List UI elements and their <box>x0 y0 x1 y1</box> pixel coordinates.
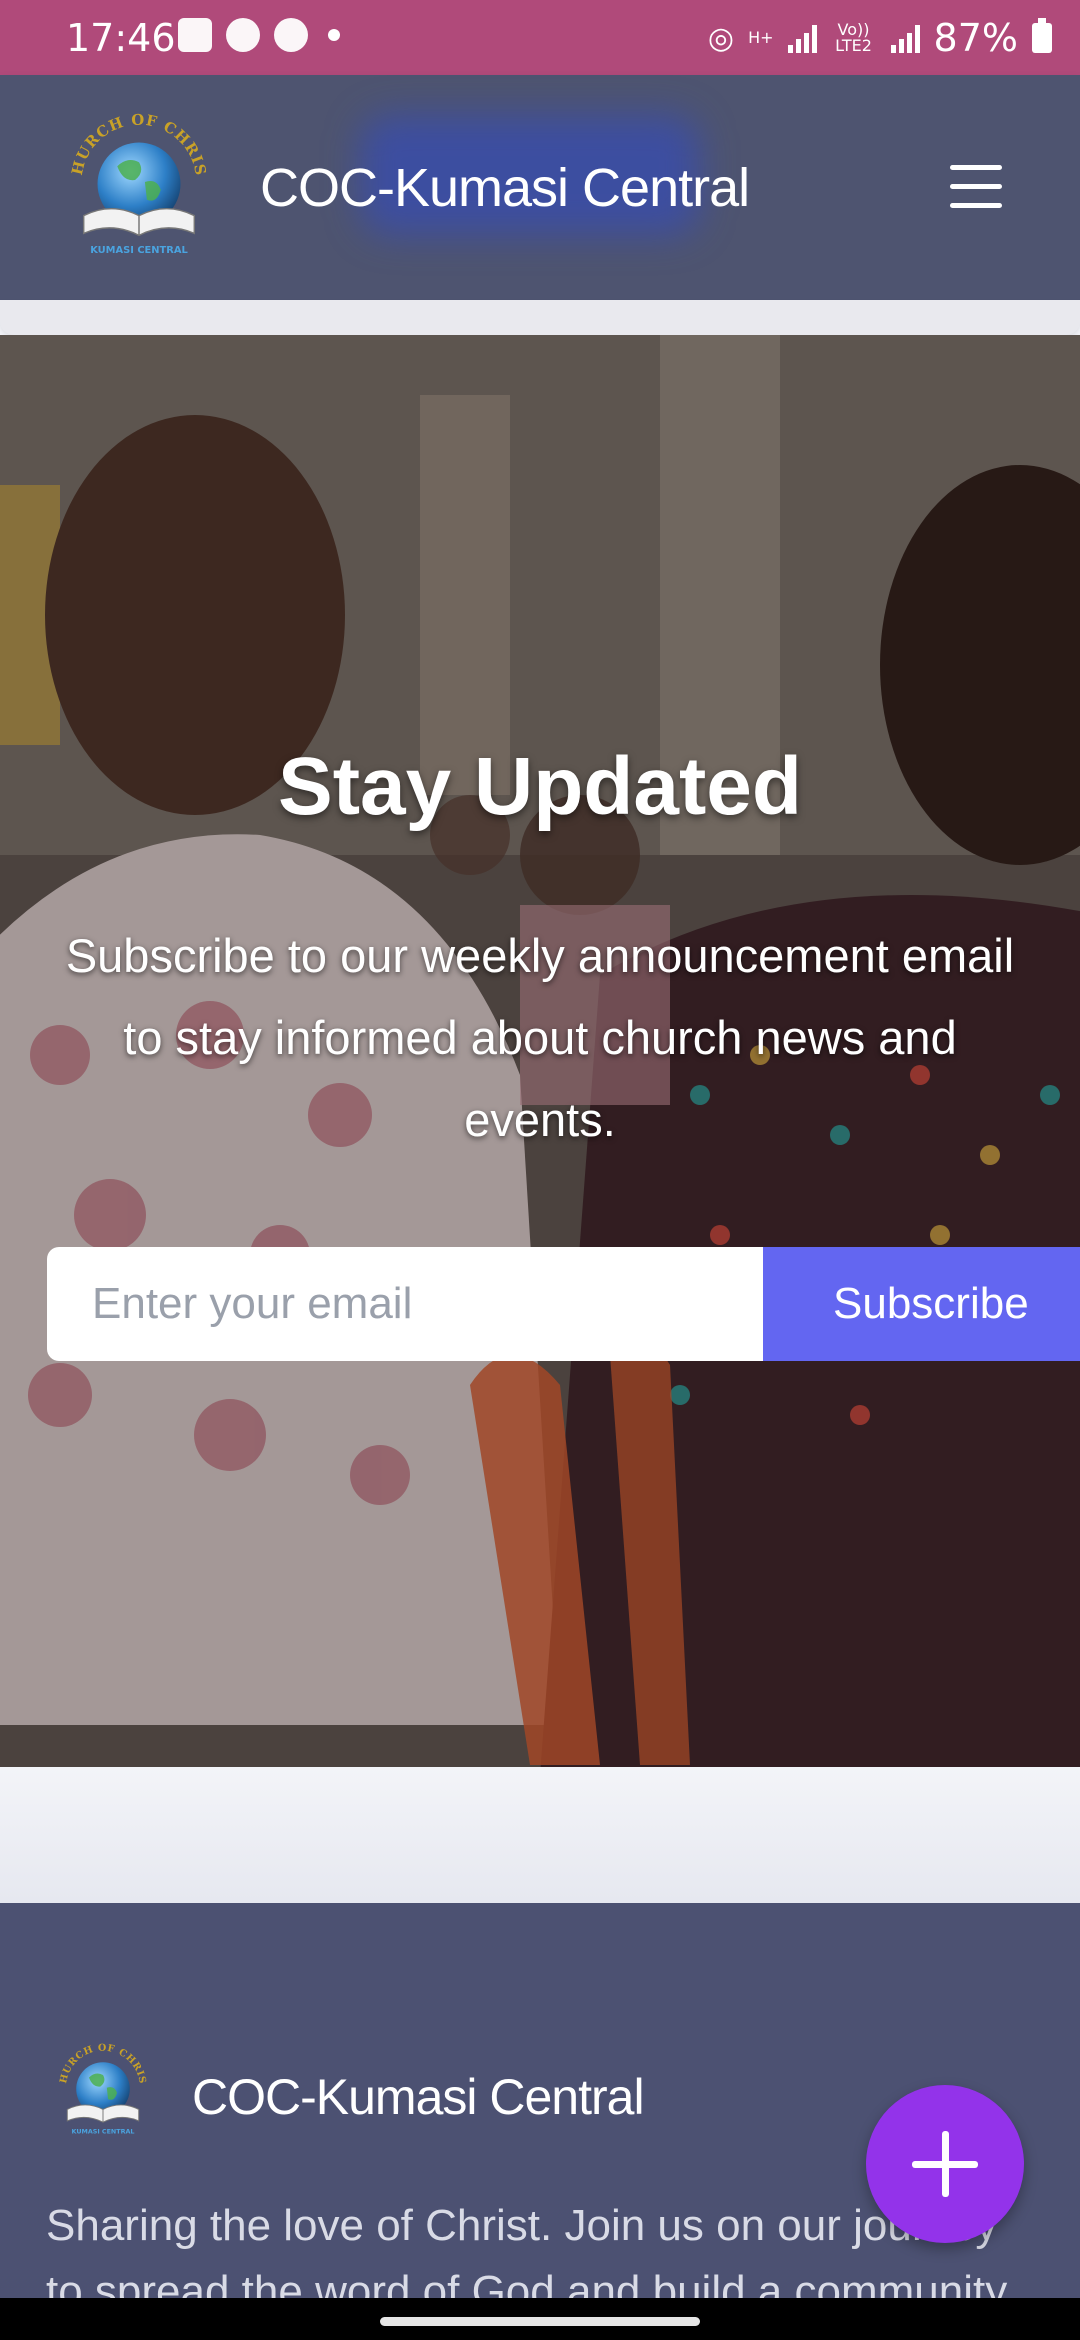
hotspot-icon: ◎ <box>707 20 735 56</box>
header-underlay <box>0 300 1080 335</box>
site-header: CHURCH OF CHRIST KUMASI CENTRAL COC-Kuma… <box>0 75 1080 300</box>
battery-icon <box>1032 18 1052 53</box>
whatsapp-icon <box>226 18 260 52</box>
notification-icons <box>178 18 340 52</box>
section-spacer <box>0 1767 1080 1903</box>
svg-text:KUMASI CENTRAL: KUMASI CENTRAL <box>72 2128 135 2136</box>
app-notification-icon <box>274 18 308 52</box>
gallery-icon <box>178 18 212 52</box>
plus-icon[interactable] <box>866 2085 1024 2243</box>
volte-label: Vo)) LTE2 <box>835 20 872 55</box>
network-type-label: H+ <box>748 28 774 47</box>
church-logo[interactable]: CHURCH OF CHRIST KUMASI CENTRAL <box>60 105 218 263</box>
battery-percent: 87% <box>933 16 1018 60</box>
status-bar: 17:46 ◎ H+ Vo)) LTE2 87% <box>0 0 1080 75</box>
signal-icon <box>787 23 817 53</box>
svg-text:KUMASI CENTRAL: KUMASI CENTRAL <box>90 245 188 256</box>
hamburger-menu-icon[interactable] <box>950 165 1006 209</box>
signal-2-icon <box>890 23 920 53</box>
footer-title[interactable]: COC-Kumasi Central <box>192 2068 645 2126</box>
system-navigation-bar <box>0 2298 1080 2340</box>
email-input[interactable] <box>47 1247 763 1361</box>
newsletter-hero: Stay Updated Subscribe to our weekly ann… <box>0 335 1080 1767</box>
subscribe-button[interactable]: Subscribe <box>763 1247 1080 1361</box>
footer-church-logo[interactable]: CHURCH OF CHRIST KUMASI CENTRAL <box>52 2038 154 2140</box>
home-gesture-handle[interactable] <box>380 2317 700 2326</box>
site-title[interactable]: COC-Kumasi Central <box>260 157 750 219</box>
status-time: 17:46 <box>66 16 176 60</box>
system-icons: ◎ H+ Vo)) LTE2 87% <box>708 16 1052 60</box>
more-notifications-icon <box>328 29 340 41</box>
hero-description: Subscribe to our weekly announcement ema… <box>65 929 1015 1146</box>
hero-title: Stay Updated <box>278 741 802 832</box>
